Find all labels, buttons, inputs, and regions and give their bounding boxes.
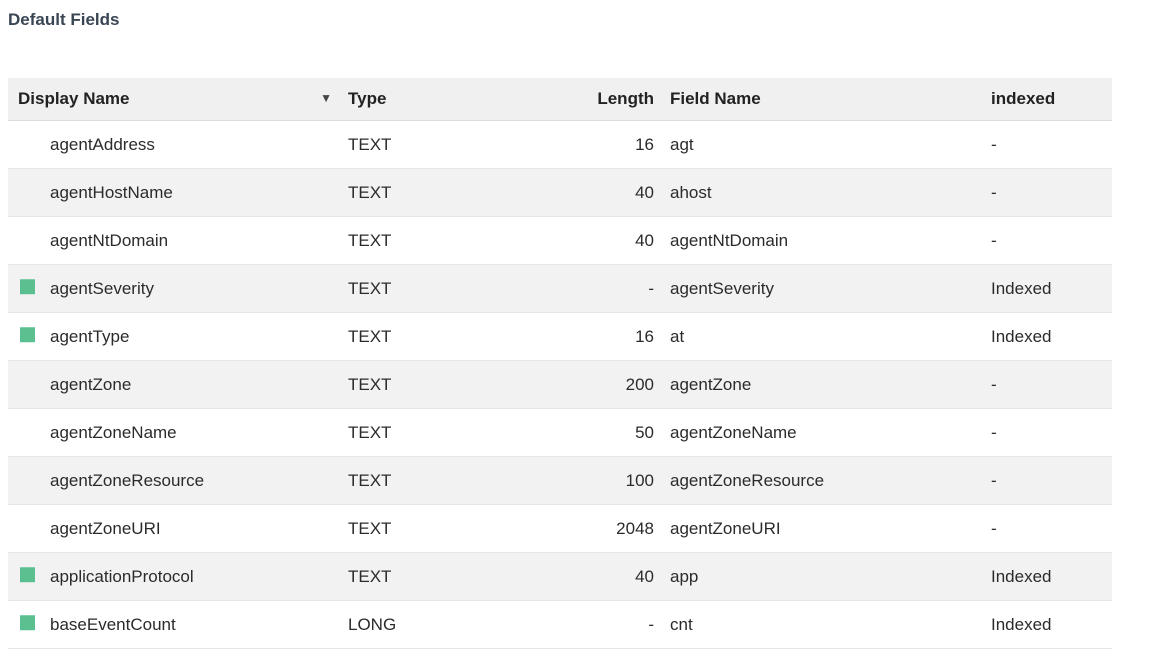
length-cell: 2048 xyxy=(616,518,654,538)
type-cell: LONG xyxy=(348,614,397,634)
length-cell: 50 xyxy=(635,422,654,442)
column-header-type[interactable]: Type xyxy=(338,89,506,109)
length-cell: 40 xyxy=(635,182,654,202)
indexed-marker-icon xyxy=(20,566,35,582)
indexed-cell: Indexed xyxy=(991,278,1052,298)
table-row[interactable]: agentZoneURI TEXT 2048 agentZoneURI - xyxy=(8,505,1112,553)
indexed-cell: Indexed xyxy=(991,566,1052,586)
type-cell: TEXT xyxy=(348,422,392,442)
table-row[interactable]: agentAddress TEXT 16 agt - xyxy=(8,121,1112,169)
length-cell: 40 xyxy=(635,566,654,586)
length-cell: - xyxy=(648,614,654,634)
length-cell: 40 xyxy=(635,230,654,250)
table-row[interactable]: agentZoneResource TEXT 100 agentZoneResourc… xyxy=(8,457,1112,505)
indexed-cell: - xyxy=(991,422,997,442)
display-name-cell: agentHostName xyxy=(50,182,173,202)
table-row[interactable]: baseEventCount LONG - cnt Indexed xyxy=(8,601,1112,649)
display-name-cell: agentZoneName xyxy=(50,422,177,442)
field-name-cell: agentNtDomain xyxy=(670,230,789,250)
display-name-cell: agentZoneResource xyxy=(50,470,205,490)
table-row[interactable]: agentHostName TEXT 40 ahost - xyxy=(8,169,1112,217)
field-name-cell: agentZoneResource xyxy=(670,470,825,490)
length-cell: 16 xyxy=(635,326,654,346)
field-name-cell: ahost xyxy=(670,182,712,202)
field-name-cell: agentZoneName xyxy=(670,422,797,442)
column-header-display-name[interactable]: Display Name ▼ xyxy=(8,89,338,109)
type-cell: TEXT xyxy=(348,278,392,298)
table-row[interactable]: agentNtDomain TEXT 40 agentNtDomain - xyxy=(8,217,1112,265)
table-row[interactable]: agentType TEXT 16 at Indexed xyxy=(8,313,1112,361)
length-cell: - xyxy=(648,278,654,298)
display-name-cell: agentZoneURI xyxy=(50,518,161,538)
display-name-cell: agentNtDomain xyxy=(50,230,169,250)
type-cell: TEXT xyxy=(348,470,392,490)
indexed-marker-icon xyxy=(20,326,35,342)
field-name-cell: cnt xyxy=(670,614,693,634)
indexed-marker-icon xyxy=(20,614,35,630)
table-body: agentAddress TEXT 16 agt - agentHostName TEXT 4… xyxy=(8,121,1112,649)
indexed-cell: - xyxy=(991,470,997,490)
type-cell: TEXT xyxy=(348,230,392,250)
column-header-display-name-label: Display Name xyxy=(18,89,130,108)
column-header-length[interactable]: Length xyxy=(506,89,658,109)
type-cell: TEXT xyxy=(348,326,392,346)
type-cell: TEXT xyxy=(348,182,392,202)
field-name-cell: agentZoneURI xyxy=(670,518,781,538)
type-cell: TEXT xyxy=(348,374,392,394)
type-cell: TEXT xyxy=(348,518,392,538)
indexed-cell: - xyxy=(991,518,997,538)
table-header: Display Name ▼ Type Length Field Name in… xyxy=(8,78,1112,121)
table-row[interactable]: agentSeverity TEXT - agentSeverity Indexed xyxy=(8,265,1112,313)
column-header-indexed[interactable]: indexed xyxy=(983,89,1112,109)
indexed-cell: - xyxy=(991,230,997,250)
display-name-cell: agentZone xyxy=(50,374,132,394)
display-name-cell: agentSeverity xyxy=(50,278,154,298)
field-name-cell: app xyxy=(670,566,699,586)
indexed-cell: - xyxy=(991,374,997,394)
sort-descending-icon[interactable]: ▼ xyxy=(320,91,332,109)
section-title: Default Fields xyxy=(8,10,120,29)
length-cell: 100 xyxy=(625,470,654,490)
table-row[interactable]: agentZone TEXT 200 agentZone - xyxy=(8,361,1112,409)
type-cell: TEXT xyxy=(348,566,392,586)
display-name-cell: applicationProtocol xyxy=(50,566,194,586)
length-cell: 200 xyxy=(625,374,654,394)
indexed-marker-icon xyxy=(20,278,35,294)
field-name-cell: at xyxy=(670,326,685,346)
type-cell: TEXT xyxy=(348,134,392,154)
display-name-cell: baseEventCount xyxy=(50,614,176,634)
field-name-cell: agt xyxy=(670,134,694,154)
indexed-cell: Indexed xyxy=(991,614,1052,634)
length-cell: 16 xyxy=(635,134,654,154)
indexed-cell: - xyxy=(991,182,997,202)
field-name-cell: agentZone xyxy=(670,374,752,394)
display-name-cell: agentAddress xyxy=(50,134,155,154)
fields-table: Display Name ▼ Type Length Field Name in… xyxy=(8,78,1112,649)
display-name-cell: agentType xyxy=(50,326,130,346)
indexed-cell: - xyxy=(991,134,997,154)
column-header-field-name[interactable]: Field Name xyxy=(658,89,983,109)
table-row[interactable]: applicationProtocol TEXT 40 app Indexed xyxy=(8,553,1112,601)
table-row[interactable]: agentZoneName TEXT 50 agentZoneName - xyxy=(8,409,1112,457)
indexed-cell: Indexed xyxy=(991,326,1052,346)
field-name-cell: agentSeverity xyxy=(670,278,774,298)
